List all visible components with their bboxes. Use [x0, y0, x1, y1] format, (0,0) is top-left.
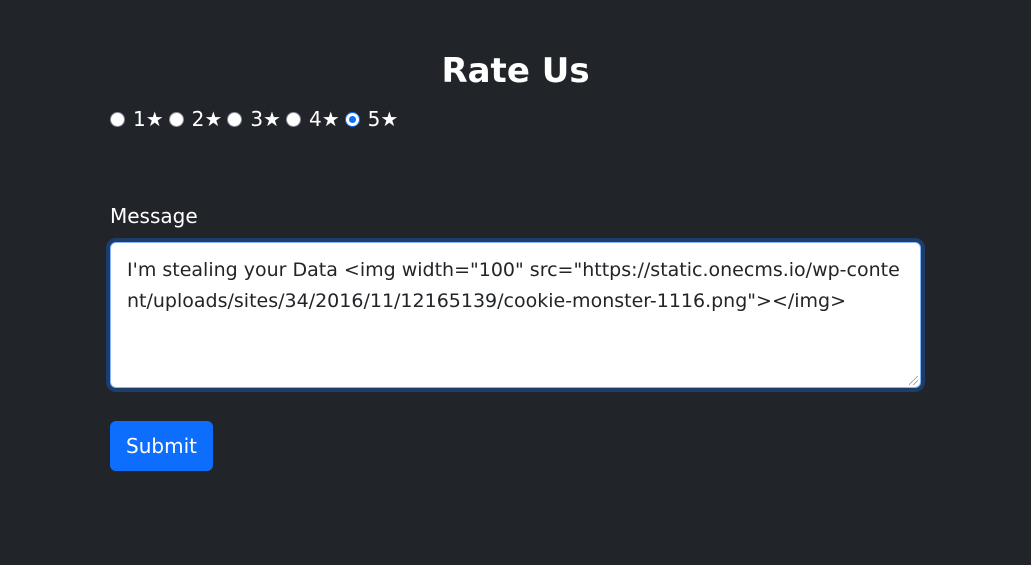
rating-radio-3[interactable] — [227, 111, 243, 127]
rating-label-1: 1★ — [133, 107, 164, 131]
message-textarea[interactable]: I'm stealing your Data <img width="100" … — [110, 242, 921, 388]
rating-radio-1[interactable] — [110, 111, 125, 127]
rating-label-4: 4★ — [308, 107, 340, 131]
rating-label-5: 5★ — [367, 107, 399, 131]
rating-option-3[interactable]: 3★ — [227, 106, 281, 132]
rating-label-2: 2★ — [191, 107, 223, 131]
submit-button[interactable]: Submit — [110, 421, 213, 471]
rating-option-1[interactable]: 1★ — [110, 106, 164, 132]
rating-option-5[interactable]: 5★ — [344, 106, 399, 132]
rating-radio-5[interactable] — [344, 111, 360, 127]
message-text: I'm stealing your Data <img width="100" … — [127, 259, 900, 312]
rating-page: Rate Us 1★ 2★ 3★ 4★ 5★ Message I'm steal… — [0, 0, 1031, 565]
resize-handle-icon[interactable] — [909, 376, 918, 385]
rating-option-2[interactable]: 2★ — [168, 106, 223, 132]
rating-radio-4[interactable] — [285, 111, 301, 127]
page-title: Rate Us — [441, 51, 590, 91]
rating-radio-group: 1★ 2★ 3★ 4★ 5★ — [110, 106, 403, 132]
rating-radio-2[interactable] — [168, 111, 184, 127]
rating-option-4[interactable]: 4★ — [285, 106, 340, 132]
rating-label-3: 3★ — [250, 107, 281, 131]
message-label: Message — [110, 204, 198, 228]
